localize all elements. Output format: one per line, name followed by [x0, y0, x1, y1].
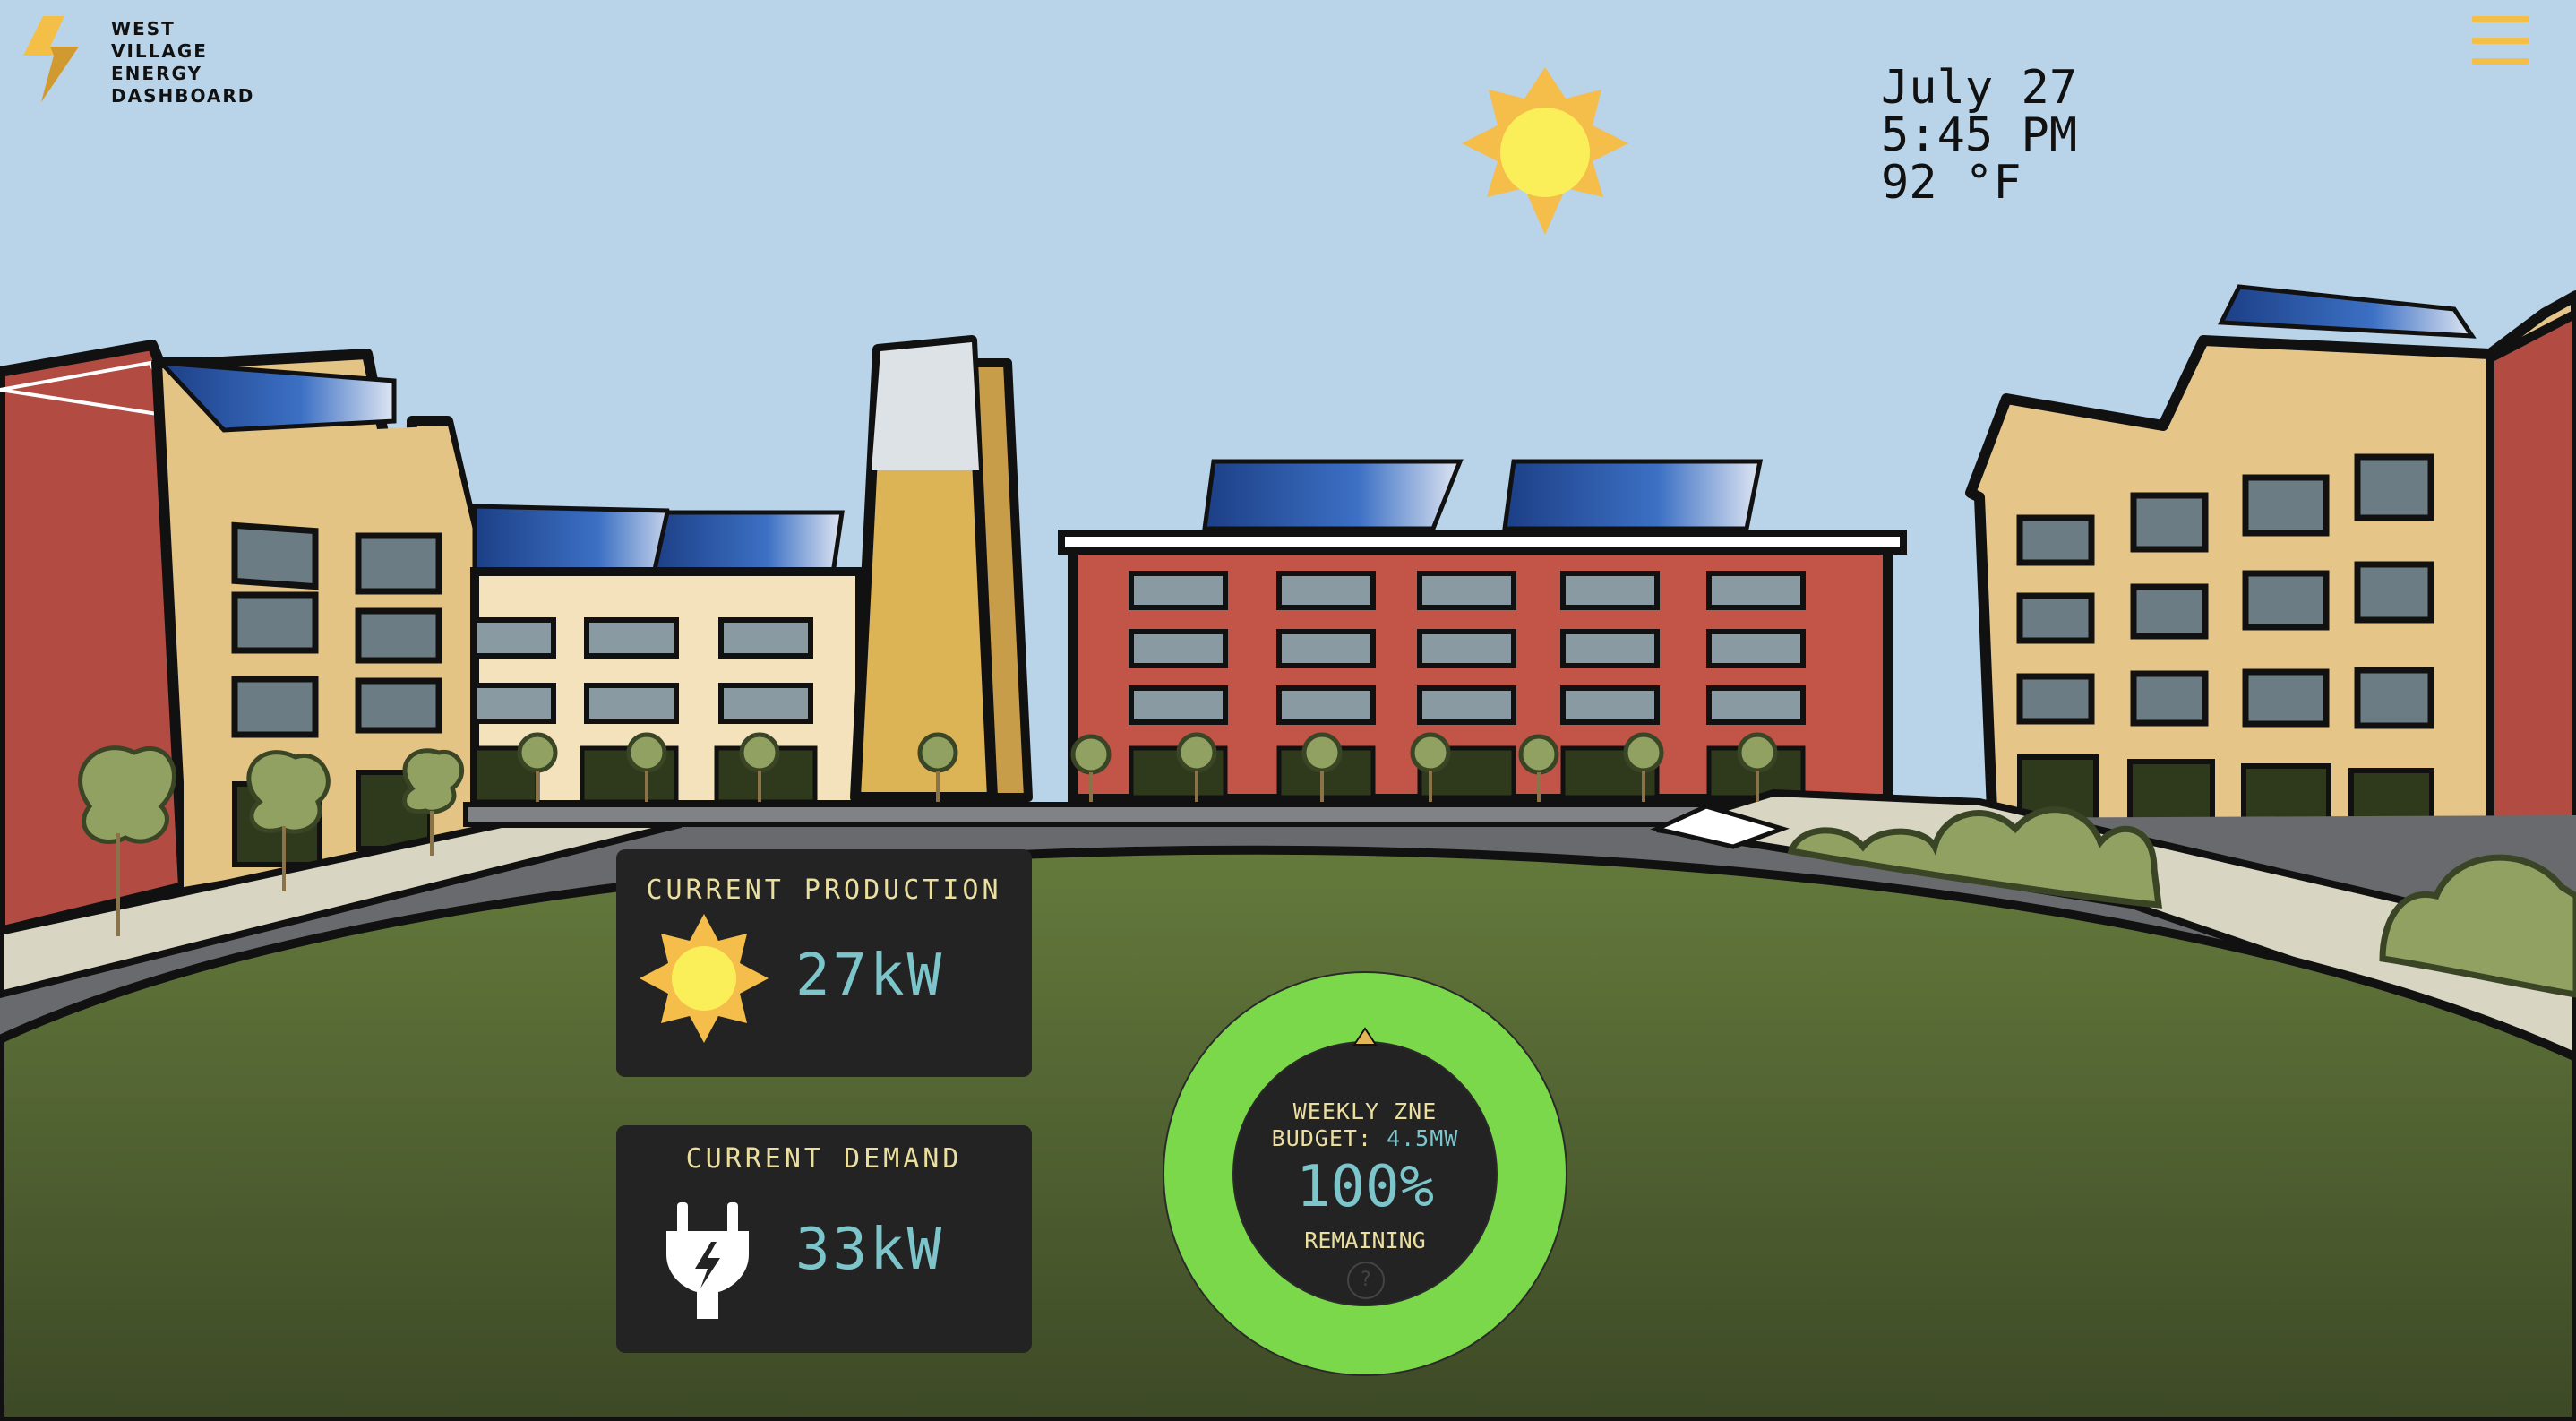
production-title: CURRENT PRODUCTION — [646, 874, 1002, 906]
date-time-weather: July 27 5:45 PM 92 °F — [1881, 65, 2077, 207]
weekly-zne-budget-gauge[interactable]: WEEKLY ZNE BUDGET: 4.5MW 100% REMAINING … — [1159, 968, 1571, 1380]
budget-status: REMAINING — [1304, 1227, 1426, 1253]
brand-line: VILLAGE — [111, 40, 208, 62]
menu-bar — [2472, 16, 2529, 22]
brand-line: ENERGY — [111, 63, 202, 84]
budget-value: 4.5MW — [1387, 1125, 1459, 1151]
sun-icon — [640, 914, 769, 1043]
menu-bar — [2472, 58, 2529, 65]
budget-percent: 100% — [1295, 1154, 1435, 1220]
app-title: WEST VILLAGE ENERGY DASHBOARD — [111, 18, 272, 108]
hamburger-menu-icon[interactable] — [2472, 16, 2529, 65]
demand-title: CURRENT DEMAND — [685, 1143, 963, 1175]
plug-icon — [666, 1202, 749, 1319]
time-label: 5:45 PM — [1881, 108, 2078, 162]
tower — [850, 335, 1033, 803]
help-glyph: ? — [1361, 1269, 1371, 1291]
lightning-bolt-icon — [23, 16, 79, 102]
current-production-panel[interactable]: CURRENT PRODUCTION 27kW — [616, 849, 1032, 1077]
budget-line-2: BUDGET: 4.5MW — [1159, 1125, 1571, 1151]
brand[interactable]: WEST VILLAGE ENERGY DASHBOARD — [21, 16, 272, 108]
production-value: 27kW — [795, 943, 945, 1009]
brand-line: WEST — [111, 18, 176, 39]
current-demand-panel[interactable]: CURRENT DEMAND 33kW — [616, 1125, 1032, 1353]
budget-line-1: WEEKLY ZNE — [1292, 1098, 1438, 1124]
budget-label: BUDGET: — [1271, 1125, 1387, 1151]
help-icon[interactable]: ? — [1347, 1262, 1385, 1299]
date-label: July 27 — [1881, 61, 2078, 115]
temperature-label: 92 °F — [1881, 156, 2022, 210]
demand-value: 33kW — [795, 1217, 945, 1283]
brand-line: DASHBOARD — [111, 85, 255, 107]
menu-bar — [2472, 37, 2529, 44]
